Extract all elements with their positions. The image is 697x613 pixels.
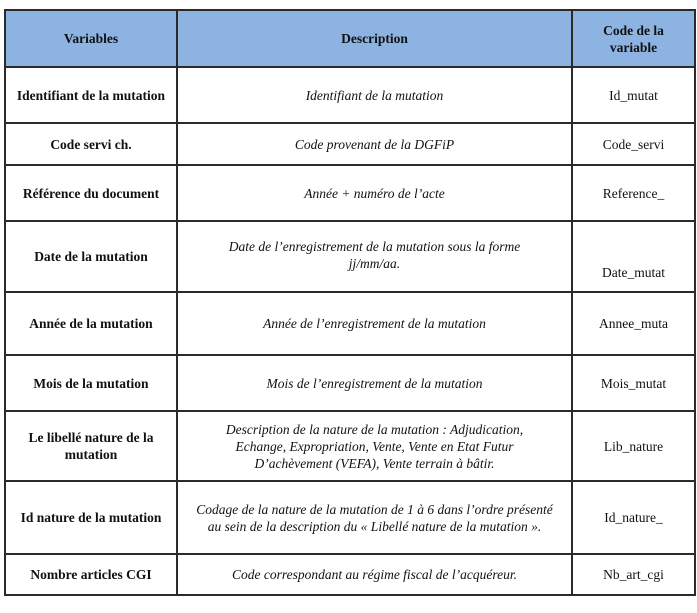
variable-description-text: Description de la nature de la mutation … [225,421,524,471]
variable-name: Id nature de la mutation [4,480,178,555]
table-row: Référence du document Année + numéro de … [4,164,696,222]
table-row: Le libellé nature de la mutation Descrip… [4,410,696,482]
variable-name: Mois de la mutation [4,354,178,412]
variable-name: Date de la mutation [4,220,178,293]
variable-code: Nb_art_cgi [571,553,696,596]
header-row: Variables Description Code de la variabl… [4,9,696,68]
variable-description-text: Date de l’enregistrement de la mutation … [228,239,521,271]
variable-name: Nombre articles CGI [4,553,178,596]
variable-code: Reference_ [571,164,696,222]
variable-name: Code servi ch. [4,122,178,166]
table-row: Mois de la mutation Mois de l’enregistre… [4,354,696,412]
variable-name: Identifiant de la mutation [4,66,178,124]
variable-code: Code_servi [571,122,696,166]
variable-description: Date de l’enregistrement de la mutation … [176,220,573,293]
header-description: Description [176,9,573,68]
variable-code: Id_nature_ [571,480,696,555]
variable-description: Mois de l’enregistrement de la mutation [176,354,573,412]
header-code-label: Code de la variable [603,22,664,55]
header-code: Code de la variable [571,9,696,68]
table-row: Année de la mutation Année de l’enregist… [4,291,696,356]
table-row: Code servi ch. Code provenant de la DGFi… [4,122,696,166]
variable-description: Identifiant de la mutation [176,66,573,124]
table-row: Id nature de la mutation Codage de la na… [4,480,696,555]
variable-code: Id_mutat [571,66,696,124]
variable-code: Mois_mutat [571,354,696,412]
variable-code: Lib_nature [571,410,696,482]
table-row: Identifiant de la mutation Identifiant d… [4,66,696,124]
variables-table: Variables Description Code de la variabl… [4,9,696,596]
variable-description: Codage de la nature de la mutation de 1 … [176,480,573,555]
variable-name: Le libellé nature de la mutation [4,410,178,482]
variable-description: Année + numéro de l’acte [176,164,573,222]
variable-description: Code correspondant au régime fiscal de l… [176,553,573,596]
header-variables: Variables [4,9,178,68]
variable-code: Annee_muta [571,291,696,356]
variable-description: Année de l’enregistrement de la mutation [176,291,573,356]
variable-name: Référence du document [4,164,178,222]
variable-description: Code provenant de la DGFiP [176,122,573,166]
variable-name: Année de la mutation [4,291,178,356]
variable-code: Date_mutat [571,220,696,293]
table-row: Date de la mutation Date de l’enregistre… [4,220,696,293]
table-row: Nombre articles CGI Code correspondant a… [4,553,696,596]
variable-description: Description de la nature de la mutation … [176,410,573,482]
variable-description-text: Codage de la nature de la mutation de 1 … [196,501,553,534]
